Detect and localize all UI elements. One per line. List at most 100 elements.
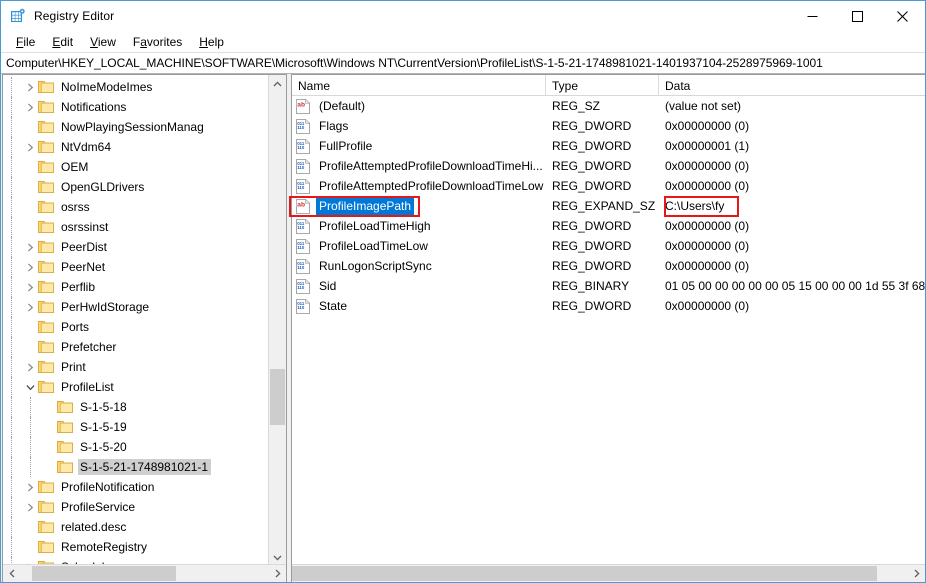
tree-node-perflib[interactable]: Perflib xyxy=(3,277,269,297)
column-header-type[interactable]: Type xyxy=(546,75,659,96)
tree-node-s-1-5-20[interactable]: S-1-5-20 xyxy=(3,437,269,457)
tree-scroll-right-button[interactable] xyxy=(269,565,286,582)
minimize-button[interactable] xyxy=(790,1,835,31)
tree-node-ports[interactable]: Ports xyxy=(3,317,269,337)
chevron-right-icon[interactable] xyxy=(22,497,38,517)
main-content: NoImeModeImes Notifications NowPlayingSess… xyxy=(2,74,925,582)
menu-file-rest: ile xyxy=(23,34,36,49)
registry-tree[interactable]: NoImeModeImes Notifications NowPlayingSess… xyxy=(3,75,269,566)
value-row[interactable]: 011 110 State REG_DWORD 0x00000000 (0) xyxy=(292,296,925,316)
tree-guide-line xyxy=(11,197,13,217)
value-row[interactable]: 011 110 Sid REG_BINARY 01 05 00 00 00 00 00 … xyxy=(292,276,925,296)
tree-node-osrssinst[interactable]: osrssinst xyxy=(3,217,269,237)
svg-text:110: 110 xyxy=(297,285,305,290)
values-hscroll-track[interactable] xyxy=(292,565,908,582)
folder-icon xyxy=(38,260,54,274)
registry-values-pane: Name Type Data ab (Default) REG_SZ (value n… xyxy=(291,74,925,582)
tree-hscroll-thumb[interactable] xyxy=(32,566,176,581)
value-data-cell: 0x00000000 (0) xyxy=(665,179,750,193)
chevron-right-icon[interactable] xyxy=(22,77,38,97)
tree-node-peernet[interactable]: PeerNet xyxy=(3,257,269,277)
tree-node-label: S-1-5-20 xyxy=(80,440,127,454)
chevron-right-icon xyxy=(275,569,281,578)
column-header-name[interactable]: Name xyxy=(292,75,546,96)
folder-icon xyxy=(57,400,73,414)
tree-leaf-spacer xyxy=(41,417,57,437)
value-data-cell: 0x00000000 (0) xyxy=(665,239,750,253)
string-value-icon: ab xyxy=(296,98,311,114)
close-button[interactable] xyxy=(880,1,925,31)
tree-scroll-thumb[interactable] xyxy=(270,369,285,425)
tree-hscroll-track[interactable] xyxy=(20,565,269,582)
menu-view-rest: iew xyxy=(97,34,116,49)
chevron-right-icon[interactable] xyxy=(22,357,38,377)
folder-icon xyxy=(38,240,54,254)
tree-horizontal-scrollbar[interactable] xyxy=(3,564,286,582)
tree-scroll-up-button[interactable] xyxy=(269,75,286,92)
menu-edit[interactable]: Edit xyxy=(44,33,82,51)
tree-node-ntvdm64[interactable]: NtVdm64 xyxy=(3,137,269,157)
tree-node-osrss[interactable]: osrss xyxy=(3,197,269,217)
tree-vertical-scrollbar[interactable] xyxy=(268,75,286,566)
value-row[interactable]: 011 110 ProfileAttemptedProfileDownloadTim… xyxy=(292,156,925,176)
tree-guide-line xyxy=(11,457,13,477)
value-row[interactable]: 011 110 RunLogonScriptSync REG_DWORD 0x00000… xyxy=(292,256,925,276)
chevron-right-icon[interactable] xyxy=(22,257,38,277)
value-name-cell: 011 110 State xyxy=(292,298,546,315)
chevron-down-icon[interactable] xyxy=(22,377,38,397)
tree-node-noimemodeimes[interactable]: NoImeModeImes xyxy=(3,77,269,97)
value-row[interactable]: 011 110 ProfileLoadTimeLow REG_DWORD 0x00000… xyxy=(292,236,925,256)
tree-leaf-spacer xyxy=(22,217,38,237)
value-name-label: ProfileAttemptedProfileDownloadTimeLow xyxy=(319,178,544,193)
values-scroll-right-button[interactable] xyxy=(908,565,925,582)
tree-node-s-1-5-19[interactable]: S-1-5-19 xyxy=(3,417,269,437)
tree-node-related-desc[interactable]: related.desc xyxy=(3,517,269,537)
menu-file[interactable]: File xyxy=(8,33,44,51)
address-bar[interactable]: Computer\HKEY_LOCAL_MACHINE\SOFTWARE\Mic… xyxy=(1,52,925,74)
tree-node-print[interactable]: Print xyxy=(3,357,269,377)
tree-node-profilenotification[interactable]: ProfileNotification xyxy=(3,477,269,497)
registry-tree-pane: NoImeModeImes Notifications NowPlayingSess… xyxy=(2,74,287,582)
tree-guide-line xyxy=(30,397,32,417)
tree-node-prefetcher[interactable]: Prefetcher xyxy=(3,337,269,357)
tree-node-profileservice[interactable]: ProfileService xyxy=(3,497,269,517)
svg-text:110: 110 xyxy=(297,245,305,250)
value-row[interactable]: ab ProfileImagePath REG_EXPAND_SZ C:\Users\… xyxy=(292,196,925,216)
column-header-data[interactable]: Data xyxy=(659,75,925,96)
values-hscroll-thumb[interactable] xyxy=(292,566,877,581)
values-list[interactable]: ab (Default) REG_SZ (value not set) 011 110 Fl… xyxy=(292,96,925,565)
tree-node-profilelist[interactable]: ProfileList xyxy=(3,377,269,397)
value-row[interactable]: 011 110 ProfileLoadTimeHigh REG_DWORD 0x0000… xyxy=(292,216,925,236)
tree-node-s-1-5-18[interactable]: S-1-5-18 xyxy=(3,397,269,417)
maximize-button[interactable] xyxy=(835,1,880,31)
value-row[interactable]: 011 110 ProfileAttemptedProfileDownloadTim… xyxy=(292,176,925,196)
chevron-right-icon[interactable] xyxy=(22,137,38,157)
folder-icon xyxy=(38,140,54,154)
tree-node-oem[interactable]: OEM xyxy=(3,157,269,177)
chevron-right-icon[interactable] xyxy=(22,277,38,297)
chevron-right-icon[interactable] xyxy=(22,237,38,257)
menu-favorites[interactable]: Favorites xyxy=(125,33,191,51)
tree-node-label: ProfileNotification xyxy=(61,480,155,494)
chevron-right-icon[interactable] xyxy=(22,97,38,117)
tree-node-perhwidstorage[interactable]: PerHwIdStorage xyxy=(3,297,269,317)
value-name-label: FullProfile xyxy=(319,138,373,153)
tree-node-opengldrivers[interactable]: OpenGLDrivers xyxy=(3,177,269,197)
tree-node-remoteregistry[interactable]: RemoteRegistry xyxy=(3,537,269,557)
tree-node-nowplayingsessionmanag[interactable]: NowPlayingSessionManag xyxy=(3,117,269,137)
tree-node-notifications[interactable]: Notifications xyxy=(3,97,269,117)
tree-scroll-left-button[interactable] xyxy=(3,565,20,582)
tree-node-label: PeerNet xyxy=(61,260,106,274)
menu-help[interactable]: Help xyxy=(191,33,233,51)
menu-view[interactable]: View xyxy=(82,33,125,51)
svg-text:110: 110 xyxy=(297,225,305,230)
value-row[interactable]: ab (Default) REG_SZ (value not set) xyxy=(292,96,925,116)
chevron-right-icon[interactable] xyxy=(22,297,38,317)
tree-node-peerdist[interactable]: PeerDist xyxy=(3,237,269,257)
tree-node-s-1-5-21-1748981021-1[interactable]: S-1-5-21-1748981021-1 xyxy=(3,457,269,477)
value-row[interactable]: 011 110 FullProfile REG_DWORD 0x00000001 (1) xyxy=(292,136,925,156)
chevron-right-icon[interactable] xyxy=(22,477,38,497)
value-name-cell: 011 110 ProfileLoadTimeLow xyxy=(292,238,546,255)
value-row[interactable]: 011 110 Flags REG_DWORD 0x00000000 (0) xyxy=(292,116,925,136)
values-horizontal-scrollbar[interactable] xyxy=(292,564,925,582)
